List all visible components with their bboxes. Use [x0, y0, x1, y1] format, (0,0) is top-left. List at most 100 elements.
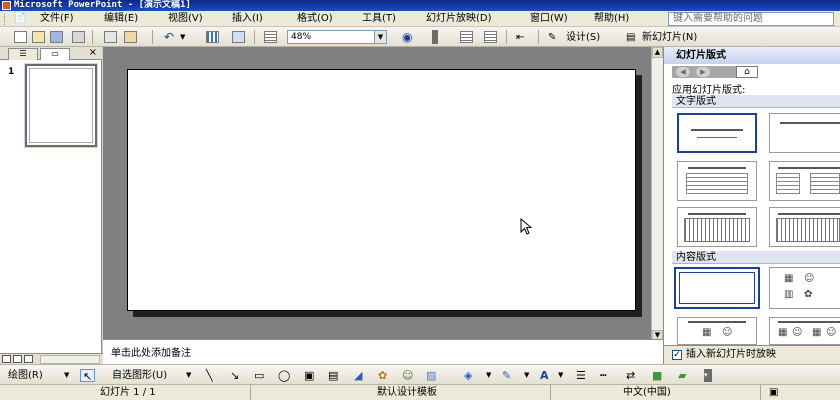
menu-file[interactable]: 文件(F) — [40, 12, 74, 26]
home-icon[interactable]: ⌂ — [736, 66, 758, 78]
clipart-icon: ☺ — [826, 327, 837, 338]
menu-slideshow[interactable]: 幻灯片放映(D) — [426, 12, 492, 26]
table-icon: ▦ — [778, 327, 788, 338]
powerpoint-app-icon[interactable] — [2, 1, 11, 10]
new-document-icon[interactable] — [14, 31, 27, 43]
layout-blank[interactable] — [674, 267, 760, 309]
save-icon[interactable] — [50, 31, 63, 43]
dash-style-icon[interactable]: ┅ — [600, 369, 607, 382]
normal-view-icon[interactable] — [2, 355, 11, 363]
zoom-value: 48% — [291, 32, 312, 42]
textbox-icon[interactable]: ▣ — [304, 369, 314, 382]
rectangle-icon[interactable]: ▭ — [254, 369, 264, 382]
spellcheck-icon: ▣ — [760, 385, 840, 400]
layout-two-columns-text[interactable] — [769, 161, 840, 201]
menu-view[interactable]: 视图(V) — [168, 12, 203, 26]
layout-title-and-content[interactable]: ▦ ☺ — [677, 317, 757, 345]
standard-toolbar: ↶ ▼ 48% ▼ ◉ ⇤ ✎ 设计(S) ▤ 新幻灯片(N) — [0, 27, 840, 47]
autoshapes-button[interactable]: 自选图形(U) — [112, 369, 167, 382]
undo-dropdown-icon[interactable]: ▼ — [180, 31, 185, 44]
toolbar-separator — [152, 30, 153, 44]
wordart-icon[interactable]: ◢ — [354, 369, 362, 382]
menu-window[interactable]: 窗口(W) — [530, 12, 568, 26]
slide-canvas[interactable] — [127, 69, 636, 311]
forward-icon[interactable]: ▶ — [696, 67, 710, 77]
vertical-scrollbar[interactable]: ▲ ▼ — [651, 47, 663, 342]
chevron-down-icon[interactable]: ▼ — [374, 31, 386, 43]
toolbar-more-handle[interactable]: ▾ — [704, 369, 712, 382]
slideshow-view-icon[interactable] — [24, 355, 33, 363]
menu-grip-handle[interactable] — [4, 14, 7, 25]
menu-tools[interactable]: 工具(T) — [362, 12, 396, 26]
design-button[interactable]: 设计(S) — [566, 31, 600, 44]
layout-vertical-text[interactable] — [677, 207, 757, 247]
vertical-textbox-icon[interactable]: ▤ — [328, 369, 338, 382]
bullets-icon[interactable] — [484, 31, 497, 43]
drawing-toolbar: 绘图(R) ▼ ↖ 自选图形(U) ▼ ╲ ↘ ▭ ◯ ▣ ▤ ◢ ✿ ☺ ▨ … — [0, 364, 840, 385]
tab-slides[interactable]: ▭ — [40, 48, 70, 60]
chevron-down-icon[interactable]: ▼ — [486, 369, 491, 382]
paste-icon[interactable] — [124, 31, 137, 43]
insert-table-icon[interactable] — [232, 31, 245, 43]
line-color-icon[interactable]: ✎ — [502, 369, 511, 382]
arrow-style-icon[interactable]: ⇄ — [626, 369, 635, 382]
show-grid-icon[interactable] — [264, 31, 277, 43]
shadow-style-icon[interactable]: ■ — [652, 369, 662, 382]
status-template: 默认设计模板 — [250, 385, 550, 400]
layout-title-and-text[interactable] — [677, 161, 757, 201]
layout-title-two-content[interactable]: ▦ ☺ ▦ ☺ — [769, 317, 840, 345]
menu-format[interactable]: 格式(O) — [297, 12, 333, 26]
tab-outline[interactable]: ☰ — [8, 48, 38, 60]
clipart-icon[interactable]: ☺ — [402, 369, 413, 382]
chevron-down-icon[interactable]: ▼ — [64, 369, 69, 382]
fill-color-icon[interactable]: ◈ — [464, 369, 472, 382]
oval-icon[interactable]: ◯ — [278, 369, 290, 382]
layout-title-only[interactable] — [769, 113, 840, 153]
decrease-indent-icon[interactable]: ⇤ — [516, 31, 524, 44]
back-icon[interactable]: ◀ — [676, 67, 690, 77]
help-search-input[interactable]: 键入需要帮助的问题 — [668, 12, 834, 26]
task-pane-footer: ✓ 插入新幻灯片时放映 — [664, 345, 840, 364]
new-slide-icon[interactable]: ▤ — [626, 31, 635, 44]
numbering-icon[interactable] — [460, 31, 473, 43]
menu-insert[interactable]: 插入(I) — [232, 12, 263, 26]
menu-help[interactable]: 帮助(H) — [594, 12, 629, 26]
task-pane: 幻灯片版式 ◀ ▶ ⌂ 应用幻灯片版式: 文字版式 内容版式 ▦ ☺ ▥ ✿ ▦… — [663, 47, 840, 364]
chevron-down-icon[interactable]: ▼ — [186, 369, 191, 382]
undo-icon[interactable]: ↶ — [164, 31, 174, 44]
draw-menu-button[interactable]: 绘图(R) — [8, 369, 43, 382]
show-on-insert-checkbox[interactable]: ✓ — [672, 350, 682, 360]
insert-picture-icon[interactable]: ▨ — [426, 369, 436, 382]
slide-thumbnail[interactable] — [24, 63, 98, 148]
sorter-view-icon[interactable] — [13, 355, 22, 363]
chevron-down-icon[interactable]: ▼ — [524, 369, 529, 382]
horizontal-scrollbar[interactable] — [40, 355, 100, 364]
close-icon[interactable]: × — [89, 47, 97, 59]
design-pencil-icon[interactable]: ✎ — [548, 31, 556, 44]
layout-content[interactable]: ▦ ☺ ▥ ✿ — [769, 267, 840, 309]
3d-style-icon[interactable]: ▰ — [678, 369, 686, 382]
chevron-down-icon[interactable]: ▼ — [558, 369, 563, 382]
scroll-up-icon[interactable]: ▲ — [652, 47, 663, 58]
open-folder-icon[interactable] — [32, 31, 45, 43]
diagram-icon[interactable]: ✿ — [378, 369, 387, 382]
layout-title-slide[interactable] — [677, 113, 757, 153]
copy-icon[interactable] — [104, 31, 117, 43]
apply-layout-label: 应用幻灯片版式: — [672, 85, 746, 96]
new-slide-button[interactable]: 新幻灯片(N) — [642, 31, 697, 44]
layout-vertical-title-text[interactable] — [769, 207, 840, 247]
insert-chart-icon[interactable] — [206, 31, 219, 43]
arrow-icon[interactable]: ↘ — [230, 369, 239, 382]
menu-edit[interactable]: 编辑(E) — [104, 12, 138, 26]
select-objects-icon[interactable]: ↖ — [80, 369, 96, 383]
line-style-icon[interactable]: ☰ — [576, 369, 586, 382]
toolbar-more-handle[interactable] — [432, 30, 438, 44]
line-icon[interactable]: ╲ — [206, 369, 213, 382]
font-color-icon[interactable]: A — [540, 369, 549, 382]
help-icon[interactable]: ◉ — [402, 31, 412, 44]
notes-pane[interactable]: 单击此处添加备注 — [103, 339, 663, 364]
zoom-select[interactable]: 48% ▼ — [287, 30, 387, 44]
status-bar: 幻灯片 1 / 1 默认设计模板 中文(中国) ▣ — [0, 385, 840, 400]
print-icon[interactable] — [72, 31, 85, 43]
slide-editor — [103, 47, 663, 339]
